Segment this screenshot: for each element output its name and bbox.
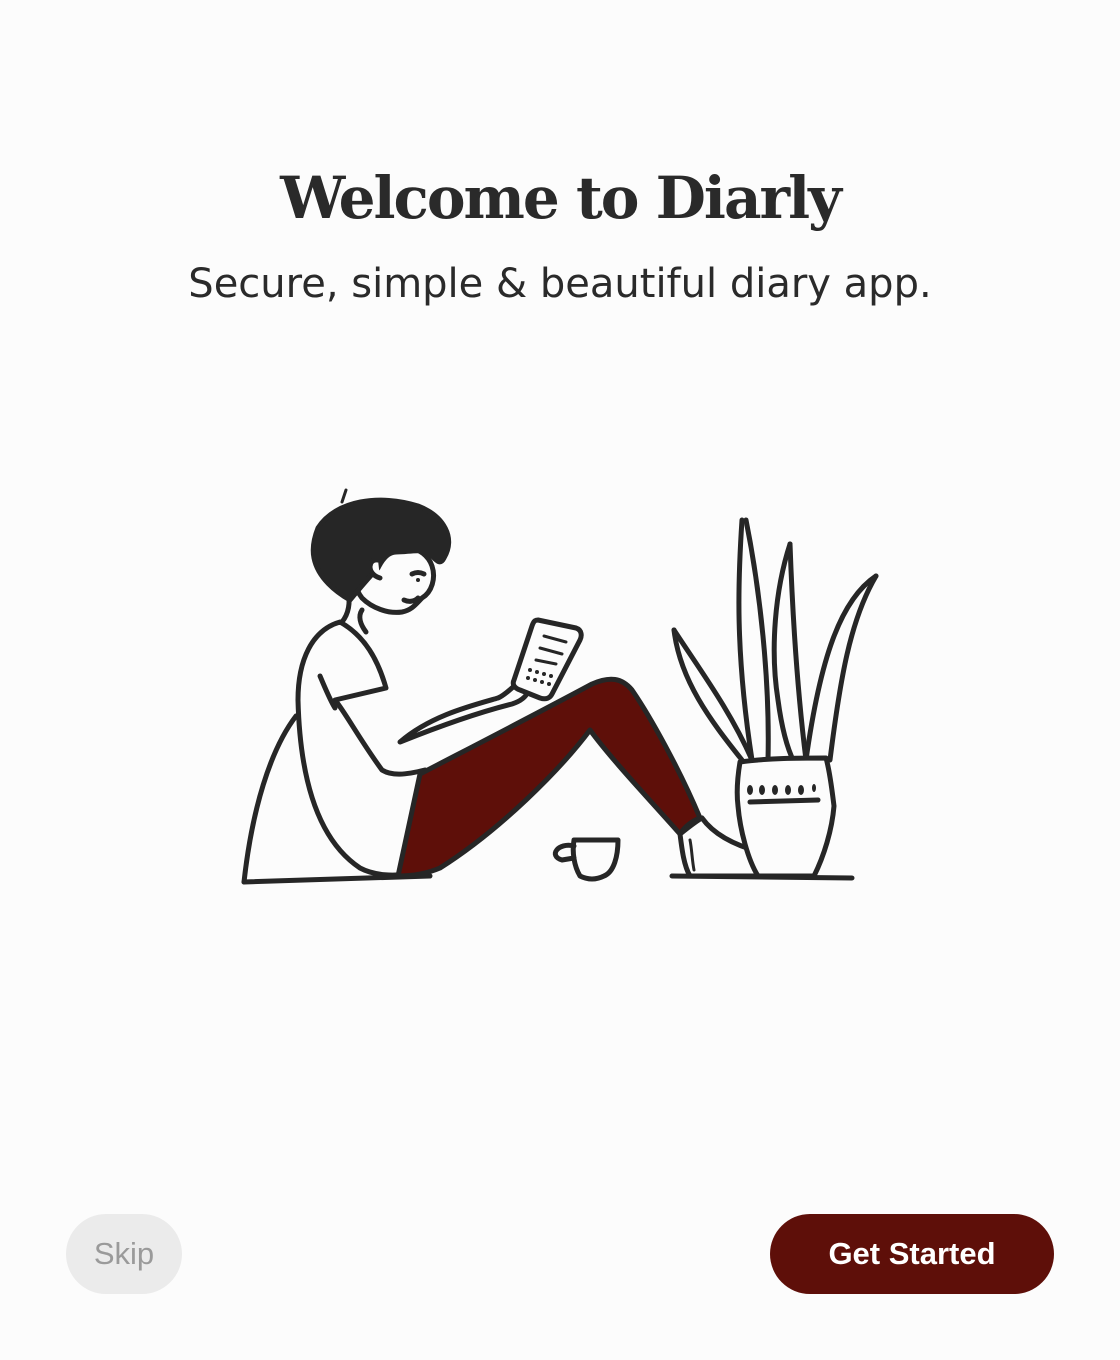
onboarding-screen: Welcome to Diarly Secure, simple & beaut… bbox=[0, 0, 1120, 1360]
cup-shape bbox=[570, 837, 621, 882]
pants-shape bbox=[395, 676, 703, 879]
page-title: Welcome to Diarly bbox=[280, 164, 842, 232]
page-subtitle: Secure, simple & beautiful diary app. bbox=[188, 261, 932, 307]
skip-button[interactable]: Skip bbox=[66, 1214, 182, 1294]
backrest-shape bbox=[241, 713, 299, 885]
person-reading-illustration bbox=[241, 488, 879, 885]
get-started-button[interactable]: Get Started bbox=[770, 1214, 1054, 1294]
plant-pot bbox=[734, 755, 837, 879]
phone-shape bbox=[510, 617, 584, 702]
